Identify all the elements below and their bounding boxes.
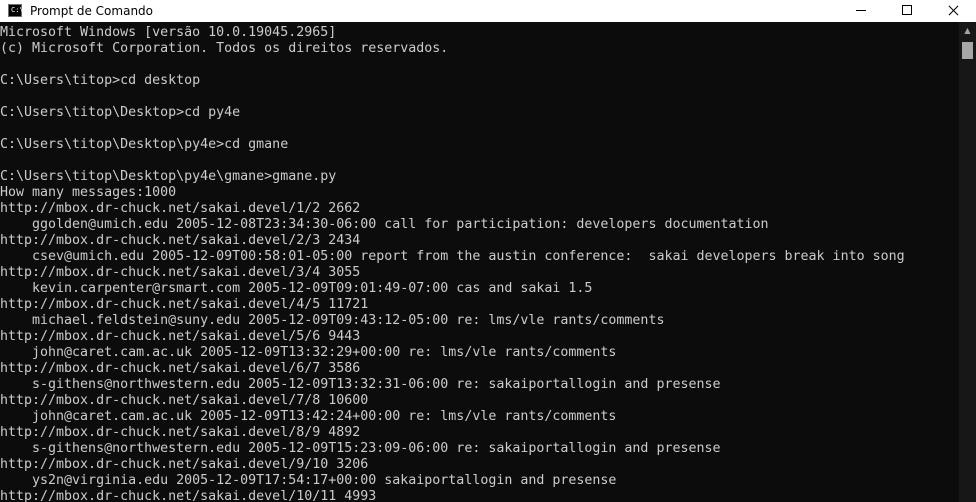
console-line: ggolden@umich.edu 2005-12-08T23:34:30-06… [0, 217, 769, 232]
console-line: C:\Users\titop\Desktop>cd py4e [0, 105, 241, 120]
title-bar[interactable]: C:\ Prompt de Comando [0, 0, 976, 22]
console-line: s-githens@northwestern.edu 2005-12-09T15… [0, 441, 721, 456]
cmd-icon-glyph: C:\ [11, 6, 24, 14]
console-line: http://mbox.dr-chuck.net/sakai.devel/4/5… [0, 297, 369, 312]
console-line: http://mbox.dr-chuck.net/sakai.devel/1/2… [0, 201, 361, 216]
console-line: (c) Microsoft Corporation. Todos os dire… [0, 41, 449, 56]
console-line: C:\Users\titop>cd desktop [0, 73, 201, 88]
maximize-icon [902, 5, 912, 15]
console-line: csev@umich.edu 2005-12-09T00:58:01-05:00… [0, 249, 905, 264]
console-line: http://mbox.dr-chuck.net/sakai.devel/9/1… [0, 457, 369, 472]
scroll-up-arrow-icon[interactable]: ▲ [959, 22, 976, 39]
console-output[interactable]: Microsoft Windows [versão 10.0.19045.296… [0, 25, 958, 502]
console-line: C:\Users\titop\Desktop\py4e\gmane>gmane.… [0, 169, 337, 184]
console-line: http://mbox.dr-chuck.net/sakai.devel/7/8… [0, 393, 369, 408]
console-line: Microsoft Windows [versão 10.0.19045.296… [0, 25, 337, 40]
console-line: http://mbox.dr-chuck.net/sakai.devel/5/6… [0, 329, 361, 344]
console-line: How many messages:1000 [0, 185, 177, 200]
console-line: C:\Users\titop\Desktop\py4e>cd gmane [0, 137, 289, 152]
console-line: john@caret.cam.ac.uk 2005-12-09T13:42:24… [0, 409, 617, 424]
console-line: http://mbox.dr-chuck.net/sakai.devel/2/3… [0, 233, 361, 248]
minimize-button[interactable] [838, 0, 884, 22]
minimize-icon [856, 10, 866, 11]
console-line: john@caret.cam.ac.uk 2005-12-09T13:32:29… [0, 345, 617, 360]
command-prompt-window: C:\ Prompt de Comando Microsoft Windows … [0, 0, 976, 502]
console-line: kevin.carpenter@rsmart.com 2005-12-09T09… [0, 281, 593, 296]
console-line: http://mbox.dr-chuck.net/sakai.devel/8/9… [0, 425, 361, 440]
maximize-button[interactable] [884, 0, 930, 22]
console-line: http://mbox.dr-chuck.net/sakai.devel/10/… [0, 489, 377, 502]
close-button[interactable] [930, 0, 976, 22]
scrollbar-thumb[interactable] [962, 42, 973, 59]
window-title: Prompt de Comando [30, 4, 154, 18]
console-line: http://mbox.dr-chuck.net/sakai.devel/3/4… [0, 265, 361, 280]
console-line: http://mbox.dr-chuck.net/sakai.devel/6/7… [0, 361, 361, 376]
console-line: s-githens@northwestern.edu 2005-12-09T13… [0, 377, 721, 392]
console-line: michael.feldstein@suny.edu 2005-12-09T09… [0, 313, 665, 328]
console-line: ys2n@virginia.edu 2005-12-09T17:54:17+00… [0, 473, 617, 488]
vertical-scrollbar[interactable]: ▲ [959, 22, 976, 502]
cmd-icon[interactable]: C:\ [8, 4, 24, 17]
